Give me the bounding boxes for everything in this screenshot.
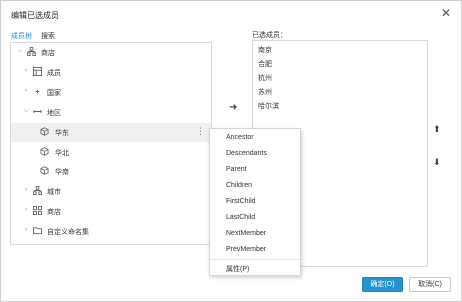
selected-member-item[interactable]: 苏州 [258,87,272,97]
cube-icon [40,127,49,136]
selected-member-item[interactable]: 南京 [258,45,272,55]
chevron-down-icon[interactable]: ⌵ [24,108,29,115]
tree-node-label: 华东 [55,130,69,137]
tree-node-label: 地区 [47,110,61,117]
chevron-right-icon[interactable]: › [25,207,27,213]
tree-node-member[interactable]: › 成员 [11,63,211,82]
chevron-right-icon[interactable]: › [25,68,27,74]
more-options-icon[interactable]: ⋮ [196,126,205,137]
hierarchy-icon [33,186,42,195]
tree-node-south-china[interactable]: 华南 [11,162,211,181]
menu-item-ancestor[interactable]: Ancestor [226,134,254,141]
selected-members-label: 已选成员： [252,32,287,39]
dialog-title: 编辑已选成员 [11,11,59,20]
selected-member-item[interactable]: 合肥 [258,59,272,69]
tree-node-label: 自定义命名集 [47,229,89,236]
tree-node-custom-named-sets[interactable]: › 自定义命名集 [11,222,211,241]
folder-icon [33,227,42,235]
move-up-arrow-icon[interactable]: ⬆ [433,124,441,135]
menu-item-parent[interactable]: Parent [226,166,247,173]
tree-node-store[interactable]: › 商店 [11,202,211,221]
cube-icon [40,147,49,156]
menu-item-properties[interactable]: 属性(P) [226,264,249,274]
plus-level-icon [35,89,40,94]
menu-item-nextmember[interactable]: NextMember [226,230,266,237]
member-tree: ⌵ 商店 › 成员 › 国家 ⌵ 地区 华东 ⋮ 华北 华南 › 城市 › 商店… [10,42,212,245]
tree-node-label: 华北 [55,150,69,157]
grid-icon [33,206,42,215]
cube-icon [40,166,49,175]
close-icon[interactable]: ✕ [441,7,451,19]
tree-node-label: 成员 [47,70,61,77]
chevron-down-icon[interactable]: ⌵ [18,48,23,55]
selected-member-item[interactable]: 杭州 [258,73,272,83]
move-down-arrow-icon[interactable]: ⬇ [433,157,441,168]
chevron-right-icon[interactable]: › [25,88,27,94]
chevron-right-icon[interactable]: › [25,227,27,233]
tree-node-label: 商店 [41,50,55,57]
tree-node-north-china[interactable]: 华北 [11,143,211,162]
tab-search[interactable]: 搜索 [41,31,55,41]
tree-node-region[interactable]: ⌵ 地区 [11,103,211,122]
menu-item-lastchild[interactable]: LastChild [226,214,255,221]
selected-member-item[interactable]: 哈尔滨 [258,101,279,111]
menu-item-firstchild[interactable]: FirstChild [226,198,256,205]
menu-item-descendants[interactable]: Descendants [226,150,267,157]
member-table-icon [33,67,42,76]
cancel-button[interactable]: 取消(C) [409,277,451,292]
tree-node-country[interactable]: › 国家 [11,83,211,102]
menu-divider [210,259,300,260]
tree-node-label: 华南 [55,169,69,176]
context-menu: Ancestor Descendants Parent Children Fir… [209,128,301,276]
level-icon [33,110,42,113]
tree-node-label: 商店 [47,209,61,216]
chevron-right-icon[interactable]: › [25,187,27,193]
hierarchy-icon [27,47,36,56]
menu-item-children[interactable]: Children [226,182,252,189]
tree-node-east-china[interactable]: 华东 ⋮ [11,123,211,142]
tree-node-store-root[interactable]: ⌵ 商店 [11,43,211,62]
menu-item-prevmember[interactable]: PrevMember [226,246,266,253]
tree-node-city[interactable]: › 城市 [11,182,211,201]
tree-node-label: 城市 [47,189,61,196]
move-right-arrow-icon[interactable]: ➜ [229,102,237,113]
tree-node-label: 国家 [47,90,61,97]
ok-button[interactable]: 确定(O) [362,277,403,292]
dialog: 编辑已选成员 ✕ 成员树 搜索 ⌵ 商店 › 成员 › 国家 ⌵ 地区 华东 ⋮… [0,0,462,302]
